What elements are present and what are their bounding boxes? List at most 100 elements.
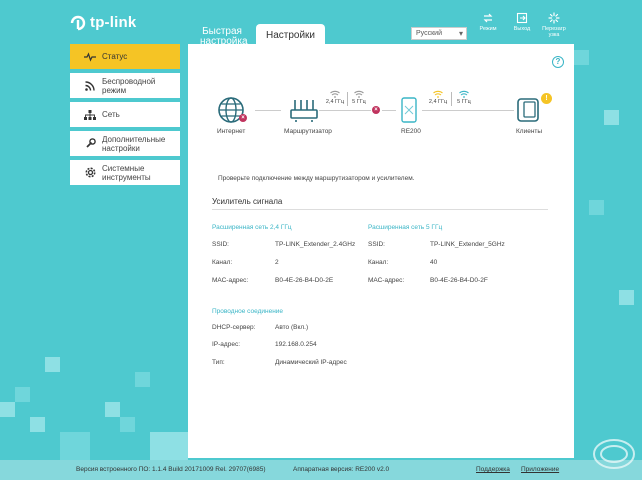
net24-channel-label: Канал:: [212, 259, 233, 266]
wired-title: Проводное соединение: [212, 308, 284, 315]
connection-line: [382, 110, 396, 111]
language-value: Русский: [416, 30, 442, 37]
ip-value: 192.168.0.254: [275, 341, 317, 348]
sidebar-item-status[interactable]: Статус: [70, 44, 180, 69]
connection-line: [319, 110, 371, 111]
bg-tile: [45, 357, 60, 372]
net5-channel-value: 40: [430, 259, 438, 266]
net5-title: Расширенная сеть 5 ГГц: [368, 224, 443, 231]
sidebar-item-advanced[interactable]: Дополнительные настройки: [70, 131, 180, 156]
chevron-down-icon: ▾: [458, 29, 463, 38]
bg-tile: [30, 417, 45, 432]
sidebar-item-label: Системные инструменты: [102, 163, 151, 182]
band-divider: [451, 92, 452, 106]
hardware-version: Аппаратная версия: RE200 v2.0: [293, 466, 390, 473]
logout-button[interactable]: Выход: [505, 12, 539, 32]
bg-tile: [60, 432, 90, 460]
bg-tile: [105, 402, 120, 417]
bg-tile: [619, 290, 634, 305]
mode-icon: [483, 13, 493, 23]
band-divider: [347, 92, 348, 106]
main-panel: ? × Интернет Маршрутизатор 2,4 ГГц 5 ГГц…: [188, 44, 574, 458]
extender-band-5: 5 ГГц: [454, 90, 474, 105]
app-link[interactable]: Приложение: [521, 466, 559, 473]
bg-tile: [135, 372, 150, 387]
tab-settings[interactable]: Настройки: [256, 24, 325, 46]
tab-quick-setup[interactable]: Быстрая настройка: [200, 24, 248, 47]
ip-label: IP-адрес:: [212, 341, 240, 348]
bg-tile: [0, 402, 15, 417]
mode-button[interactable]: Режим: [471, 12, 505, 32]
brand-logo: tp-link: [70, 14, 136, 31]
bg-tile: [120, 417, 135, 432]
footer: Версия встроенного ПО: 1.1.4 Build 20171…: [0, 460, 642, 480]
sidebar-item-label: Дополнительные настройки: [102, 134, 166, 153]
advanced-icon: [84, 138, 96, 150]
connection-line: [255, 110, 281, 111]
band-24-label: 2,4 ГГц: [428, 99, 448, 105]
wifi-icon: [354, 90, 364, 98]
router-label: Маршрутизатор: [284, 128, 332, 135]
sidebar: Статус Беспроводной режим Сеть Дополните…: [70, 44, 180, 189]
link-error-badge: ×: [372, 106, 380, 114]
net24-mac-label: МАС-адрес:: [212, 277, 249, 284]
extender-label: RE200: [401, 128, 421, 135]
watermark-logo-icon: [593, 439, 635, 469]
sidebar-item-label: Беспроводной режим: [102, 76, 156, 95]
bg-tile: [15, 387, 30, 402]
internet-label: Интернет: [217, 128, 246, 135]
net24-channel-value: 2: [275, 259, 279, 266]
tp-link-logo-icon: [70, 15, 86, 30]
section-title: Усилитель сигнала: [212, 197, 283, 206]
firmware-version: Версия встроенного ПО: 1.1.4 Build 20171…: [76, 466, 266, 473]
wifi-icon: [433, 90, 443, 98]
extender-band-24: 2,4 ГГц: [428, 90, 448, 105]
sidebar-item-label: Сеть: [102, 110, 120, 119]
clients-label: Клиенты: [516, 128, 543, 135]
net5-channel-label: Канал:: [368, 259, 389, 266]
clients-icon: [517, 98, 539, 122]
mode-label: Режим: [479, 26, 497, 32]
wifi-icon: [459, 90, 469, 98]
net5-ssid-value: TP-LINK_Extender_5GHz: [430, 241, 505, 248]
extender-icon: [401, 97, 417, 123]
sidebar-item-label: Статус: [102, 52, 128, 61]
type-label: Тип:: [212, 359, 225, 366]
language-select[interactable]: Русский ▾: [411, 27, 467, 40]
dhcp-value: Авто (Вкл.): [275, 324, 309, 331]
band-24-label: 2,4 ГГц: [325, 99, 345, 105]
section-divider: [212, 209, 548, 210]
net5-ssid-label: SSID:: [368, 241, 385, 248]
reboot-button[interactable]: Перезагрузка: [538, 12, 570, 38]
sidebar-item-wireless[interactable]: Беспроводной режим: [70, 73, 180, 98]
router-band-24: 2,4 ГГц: [325, 90, 345, 105]
connection-hint: Проверьте подключение между маршрутизато…: [218, 175, 415, 182]
net24-ssid-label: SSID:: [212, 241, 229, 248]
reboot-label: Перезагрузка: [542, 26, 566, 38]
dhcp-label: DHCP-сервер:: [212, 324, 256, 331]
internet-error-badge: ×: [239, 114, 247, 122]
bg-tile: [589, 200, 604, 215]
bg-tile: [150, 432, 188, 460]
net24-mac-value: B0-4E-26-B4-D0-2E: [275, 277, 334, 284]
reboot-icon: [548, 12, 560, 24]
status-icon: [84, 51, 96, 63]
support-link[interactable]: Поддержка: [476, 466, 510, 473]
wireless-icon: [84, 80, 96, 92]
network-icon: [84, 109, 96, 121]
wifi-icon: [330, 90, 340, 98]
help-icon[interactable]: ?: [552, 56, 564, 68]
band-5-label: 5 ГГц: [457, 99, 471, 105]
tools-icon: [84, 167, 96, 179]
sidebar-item-tools[interactable]: Системные инструменты: [70, 160, 180, 185]
net5-mac-value: B0-4E-26-B4-D0-2F: [430, 277, 488, 284]
net24-ssid-value: TP-LINK_Extender_2.4GHz: [275, 241, 356, 248]
router-icon: [290, 100, 318, 122]
sidebar-item-network[interactable]: Сеть: [70, 102, 180, 127]
bg-tile: [574, 50, 589, 65]
connection-line: [422, 110, 514, 111]
type-value: Динамический IP-адрес: [275, 359, 347, 366]
bg-tile: [604, 110, 619, 125]
clients-notice-badge[interactable]: !: [541, 93, 552, 104]
net24-title: Расширенная сеть 2,4 ГГц: [212, 224, 292, 231]
